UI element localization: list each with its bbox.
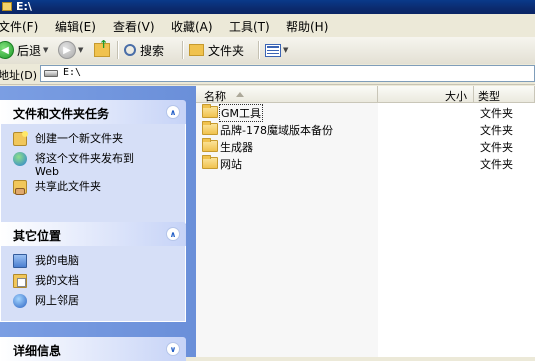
task-publish-web[interactable]: 将这个文件夹发布到 Web [13,152,134,178]
up-folder-button[interactable]: ↑ [94,38,110,60]
panel-header[interactable]: 其它位置 ∧ [0,222,186,246]
task-label: 将这个文件夹发布到 Web [35,152,134,178]
search-label: 搜索 [140,43,165,58]
menu-edit[interactable]: 编辑(E) [55,18,96,35]
file-type: 文件夹 [480,141,513,154]
file-name[interactable]: GM工具 [218,104,264,122]
chevron-down-icon: ▼ [283,46,289,54]
forward-arrow-icon: ▶ [58,41,76,59]
expand-icon[interactable]: ∨ [166,342,180,356]
panel-header[interactable]: 详细信息 ∨ [0,337,186,361]
views-button[interactable]: ▼ [265,40,288,60]
share-folder-icon [13,180,27,195]
menu-view[interactable]: 查看(V) [113,18,155,35]
file-row[interactable]: 生成器 文件夹 [196,138,535,154]
sort-ascending-icon [236,92,244,97]
task-new-folder[interactable]: 创建一个新文件夹 [13,131,123,146]
menu-help[interactable]: 帮助(H) [286,18,328,35]
task-share-folder[interactable]: 共享此文件夹 [13,180,101,195]
toolbar-separator [258,41,260,59]
chevron-down-icon: ▼ [43,46,49,54]
panel-header[interactable]: 文件和文件夹任务 ∧ [0,100,186,124]
file-row[interactable]: 网站 文件夹 [196,155,535,171]
file-list: 名称 大小 类型 GM工具 文件夹 品牌-178魔域版本备份 文件夹 生成器 文… [196,86,535,357]
task-label-line1: 将这个文件夹发布到 [35,152,134,165]
toolbar-separator [182,41,184,59]
chevron-down-icon: ▼ [78,46,84,54]
menu-favorites[interactable]: 收藏(A) [171,18,213,35]
collapse-icon[interactable]: ∧ [166,227,180,241]
back-button[interactable]: ◀ 后退 ▼ [0,40,48,60]
folder-icon [202,104,218,118]
panel-body: 我的电脑 我的文档 网上邻居 [0,246,186,322]
folder-icon [202,138,218,152]
folders-button[interactable]: 文件夹 [189,40,244,60]
search-icon [124,44,136,56]
task-label-line2: Web [35,165,59,178]
drive-icon [44,70,58,77]
place-my-documents[interactable]: 我的文档 [13,274,79,288]
folders-label: 文件夹 [208,43,245,58]
file-type: 文件夹 [480,124,513,137]
file-folder-tasks-panel: 文件和文件夹任务 ∧ 创建一个新文件夹 将这个文件夹发布到 Web 共享此文件夹 [0,100,186,224]
back-arrow-icon: ◀ [0,41,14,59]
file-name[interactable]: 生成器 [220,139,253,155]
file-type: 文件夹 [480,158,513,171]
task-label: 创建一个新文件夹 [35,132,123,145]
file-name[interactable]: 网站 [220,156,242,172]
column-label: 类型 [478,90,500,103]
folder-icon [2,2,12,11]
place-label: 我的文档 [35,274,79,287]
task-pane: 文件和文件夹任务 ∧ 创建一个新文件夹 将这个文件夹发布到 Web 共享此文件夹 [0,86,196,361]
column-label: 名称 [204,90,226,103]
panel-title: 详细信息 [13,344,62,358]
up-folder-icon: ↑ [94,38,110,57]
file-row[interactable]: GM工具 文件夹 [196,104,535,122]
file-row[interactable]: 品牌-178魔域版本备份 文件夹 [196,121,535,137]
publish-web-icon [13,152,27,166]
place-label: 网上邻居 [35,294,79,307]
menu-bar: 文件(F) 编辑(E) 查看(V) 收藏(A) 工具(T) 帮助(H) [0,15,535,38]
folder-icon [202,155,218,169]
address-value: E:\ [63,67,82,78]
search-button[interactable]: 搜索 [124,40,164,60]
forward-button[interactable]: ▶ ▼ [58,40,83,60]
menu-file[interactable]: 文件(F) [0,18,38,35]
panel-title: 其它位置 [13,229,62,243]
column-header-name[interactable]: 名称 [196,86,378,103]
column-header-type[interactable]: 类型 [474,86,535,103]
new-folder-icon [13,131,28,146]
panel-body: 创建一个新文件夹 将这个文件夹发布到 Web 共享此文件夹 [0,124,186,224]
folders-icon [189,44,204,56]
window-title: E:\ [16,0,32,13]
title-bar: E:\ [0,0,535,14]
place-network[interactable]: 网上邻居 [13,294,79,308]
task-label: 共享此文件夹 [35,180,101,193]
address-bar: 地址(D) E:\ [0,64,535,85]
collapse-icon[interactable]: ∧ [166,105,180,119]
column-header-size[interactable]: 大小 [378,86,474,103]
file-type: 文件夹 [480,107,513,120]
address-input[interactable]: E:\ [40,65,535,82]
my-computer-icon [13,254,27,268]
toolbar: ◀ 后退 ▼ ▶ ▼ ↑ 搜索 文件夹 ▼ [0,37,535,65]
other-places-panel: 其它位置 ∧ 我的电脑 我的文档 网上邻居 [0,222,186,322]
column-label: 大小 [445,90,467,103]
my-documents-icon [13,274,27,288]
place-my-computer[interactable]: 我的电脑 [13,254,79,268]
folder-icon [202,121,218,135]
address-label: 地址(D) [0,69,38,82]
panel-title: 文件和文件夹任务 [13,107,110,121]
back-label: 后退 [17,43,42,58]
place-label: 我的电脑 [35,254,79,267]
toolbar-separator [117,41,119,59]
network-places-icon [13,294,27,308]
menu-tools[interactable]: 工具(T) [229,18,270,35]
file-name[interactable]: 品牌-178魔域版本备份 [220,122,333,138]
details-panel: 详细信息 ∨ [0,337,186,361]
views-icon [265,43,281,57]
